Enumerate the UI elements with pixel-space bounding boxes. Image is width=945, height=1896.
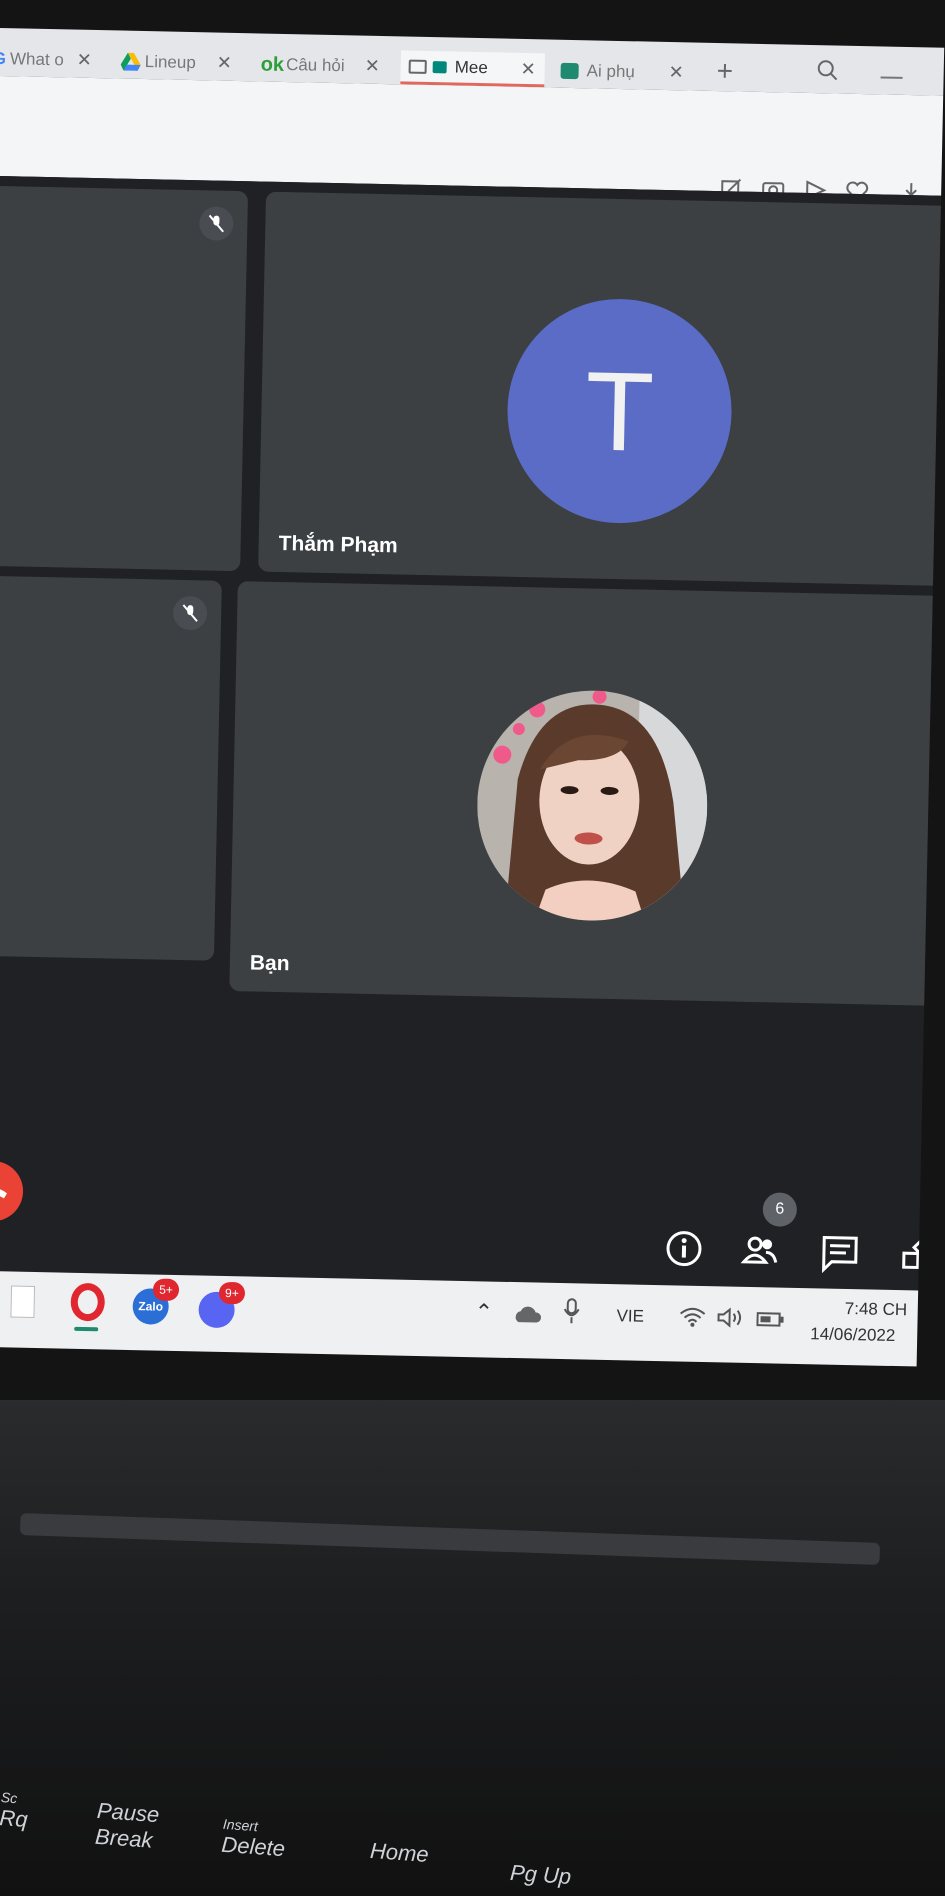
app-icon — [560, 62, 579, 80]
meet-grid: T Thắm Phạm Bạn 6 — [0, 175, 945, 1292]
close-icon[interactable]: ✕ — [217, 53, 233, 74]
ok-icon: ok — [260, 52, 285, 76]
microphone-icon[interactable] — [562, 1297, 581, 1325]
tab-aiphu[interactable]: Ai phụ ✕ — [560, 54, 689, 91]
drive-icon — [120, 52, 141, 71]
chevron-up-icon[interactable]: ⌃ — [474, 1299, 493, 1325]
battery-icon[interactable] — [756, 1311, 784, 1328]
cloud-icon[interactable] — [512, 1304, 542, 1325]
clock-time[interactable]: 7:48 CH — [845, 1299, 908, 1320]
screen: G What o ✕ Lineup ✕ ok Câu hỏi ✕ Mee ✕ A… — [0, 0, 945, 1419]
key-pause-break: Pause Break — [94, 1797, 161, 1853]
tab-label: Mee — [454, 57, 488, 77]
notification-badge: 9+ — [218, 1281, 246, 1305]
tab-lineup[interactable]: Lineup ✕ — [120, 45, 239, 81]
participant-name: Bạn — [249, 951, 290, 976]
tab-label: Lineup — [144, 52, 196, 73]
search-icon[interactable] — [816, 59, 838, 81]
key-home: Home — [369, 1837, 430, 1868]
participant-count-badge: 6 — [762, 1192, 798, 1227]
tab-label: What o — [9, 49, 65, 70]
notification-badge: 5+ — [152, 1278, 180, 1302]
laptop-keyboard: Sc Rq Pause Break Insert Delete Home Pg Up — [0, 1400, 945, 1896]
participant-tile[interactable] — [0, 185, 249, 572]
participant-tile-self[interactable]: Bạn — [229, 581, 945, 1007]
google-icon: G — [0, 48, 7, 69]
close-icon[interactable]: ✕ — [668, 62, 684, 83]
window-icon — [408, 59, 427, 74]
info-icon[interactable] — [664, 1228, 705, 1269]
opera-icon[interactable] — [70, 1282, 106, 1322]
participant-name: Thắm Phạm — [278, 531, 398, 558]
new-tab-button[interactable]: + — [716, 55, 733, 87]
tab-meet[interactable]: Mee ✕ — [400, 50, 546, 88]
close-icon[interactable]: ✕ — [77, 50, 93, 71]
people-icon[interactable] — [740, 1230, 781, 1271]
file-icon[interactable] — [10, 1285, 36, 1319]
tab-label: Ai phụ — [586, 61, 636, 82]
key-print-screen: Sc Rq — [0, 1789, 29, 1832]
mic-off-icon — [172, 595, 208, 631]
activities-icon[interactable] — [899, 1235, 940, 1276]
hinge-strip — [19, 1512, 881, 1566]
close-icon[interactable]: ✕ — [364, 56, 380, 77]
chat-icon[interactable] — [820, 1233, 861, 1274]
tab-whatis[interactable]: G What o ✕ — [0, 42, 101, 78]
key-page-up: Pg Up — [509, 1859, 572, 1890]
phone-hangup-icon — [0, 1188, 8, 1199]
minimize-button[interactable] — [880, 76, 903, 79]
volume-icon[interactable] — [716, 1306, 744, 1329]
avatar-photo — [474, 688, 710, 923]
meet-icon — [432, 60, 447, 73]
key-delete: Insert Delete — [220, 1815, 286, 1862]
tab-label: Câu hỏi — [285, 55, 345, 76]
clock-date[interactable]: 14/06/2022 — [810, 1324, 895, 1346]
language-indicator[interactable]: VIE — [616, 1306, 644, 1327]
avatar: T — [505, 296, 734, 526]
leave-call-button[interactable] — [0, 1159, 24, 1222]
photo-of-monitor: G What o ✕ Lineup ✕ ok Câu hỏi ✕ Mee ✕ A… — [0, 0, 945, 1896]
close-icon[interactable]: ✕ — [520, 59, 536, 80]
tab-cauhoi[interactable]: ok Câu hỏi ✕ — [260, 47, 385, 84]
wifi-icon[interactable] — [678, 1306, 706, 1329]
participant-tile[interactable]: T Thắm Phạm — [258, 191, 945, 587]
mic-off-icon — [199, 206, 234, 241]
opera-active-indicator — [74, 1326, 99, 1332]
participant-tile[interactable] — [0, 575, 222, 961]
zalo-label: Zalo — [138, 1299, 164, 1314]
